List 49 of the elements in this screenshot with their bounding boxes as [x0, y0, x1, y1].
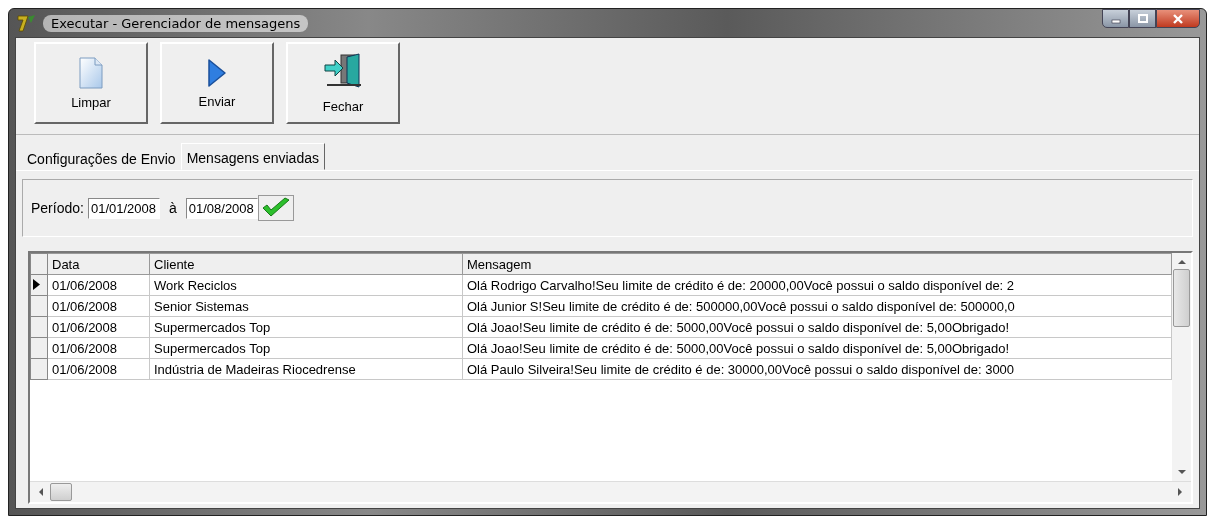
maximize-button[interactable] [1129, 9, 1156, 28]
table-cell: Supermercados Top [149, 316, 463, 338]
play-icon [207, 57, 227, 88]
row-indicator[interactable] [30, 274, 48, 296]
vertical-scrollbar[interactable] [1172, 253, 1191, 481]
column-header[interactable]: Data [47, 253, 150, 275]
minimize-button[interactable] [1102, 9, 1129, 28]
separator-label: à [168, 200, 177, 216]
table-cell: 01/06/2008 [47, 316, 150, 338]
table-cell: Olá Paulo Silveira!Seu limite de crédito é de: 30000,00Você possui o saldo disponível de: 3000 [462, 358, 1172, 380]
table-cell: Work Reciclos [149, 274, 463, 296]
close-icon [1172, 13, 1184, 24]
toolbar-button[interactable]: Limpar [34, 42, 148, 124]
scroll-left-icon [38, 488, 44, 496]
table-cell: Indústria de Madeiras Riocedrense [149, 358, 463, 380]
tab[interactable]: Mensagens enviadas [180, 143, 325, 170]
column-header[interactable]: Cliente [149, 253, 463, 275]
maximize-icon [1137, 13, 1148, 24]
column-header[interactable]: Mensagem [462, 253, 1172, 275]
table-cell: 01/06/2008 [47, 337, 150, 359]
end-date-field[interactable]: 01/08/2008 [185, 197, 258, 219]
document-icon [78, 56, 104, 89]
table-cell: Olá Junior S!Seu limite de crédito é de: 500000,00Você possui o saldo disponível de: 500000,0 [462, 295, 1172, 317]
period-label: Período: [31, 200, 84, 216]
exit-door-icon [323, 52, 363, 89]
tab[interactable]: Configurações de Envio [22, 147, 181, 170]
scroll-down-icon [1177, 469, 1186, 475]
app-logo-icon [17, 14, 37, 32]
toolbar-button[interactable]: Enviar [160, 42, 274, 124]
toolbar-button[interactable]: Fechar [286, 42, 400, 124]
scroll-right-icon [1177, 488, 1183, 496]
scroll-thumb[interactable] [50, 483, 72, 501]
table-cell: 01/06/2008 [47, 358, 150, 380]
table-cell: 01/06/2008 [47, 295, 150, 317]
window-title: Executar - Gerenciador de mensagens [43, 14, 309, 32]
scroll-up-icon [1177, 259, 1186, 265]
horizontal-scrollbar[interactable] [30, 481, 1191, 502]
confirm-button[interactable] [257, 195, 294, 221]
close-button[interactable] [1156, 9, 1200, 28]
start-date-field[interactable]: 01/01/2008 [87, 197, 160, 219]
current-row-icon [33, 278, 40, 290]
table-cell: Olá Rodrigo Carvalho!Seu limite de crédito é de: 20000,00Você possui o saldo disponível de: 2 [462, 274, 1172, 296]
table-cell: Senior Sistemas [149, 295, 463, 317]
table-cell: Olá Joao!Seu limite de crédito é de: 5000,00Você possui o saldo disponível de: 5,00Obrigado! [462, 337, 1172, 359]
table-cell: Supermercados Top [149, 337, 463, 359]
scroll-thumb[interactable] [1173, 269, 1190, 327]
checkmark-icon [260, 197, 291, 219]
table-cell: 01/06/2008 [47, 274, 150, 296]
table-cell: Olá Joao!Seu limite de crédito é de: 5000,00Você possui o saldo disponível de: 5,00Obrigado! [462, 316, 1172, 338]
